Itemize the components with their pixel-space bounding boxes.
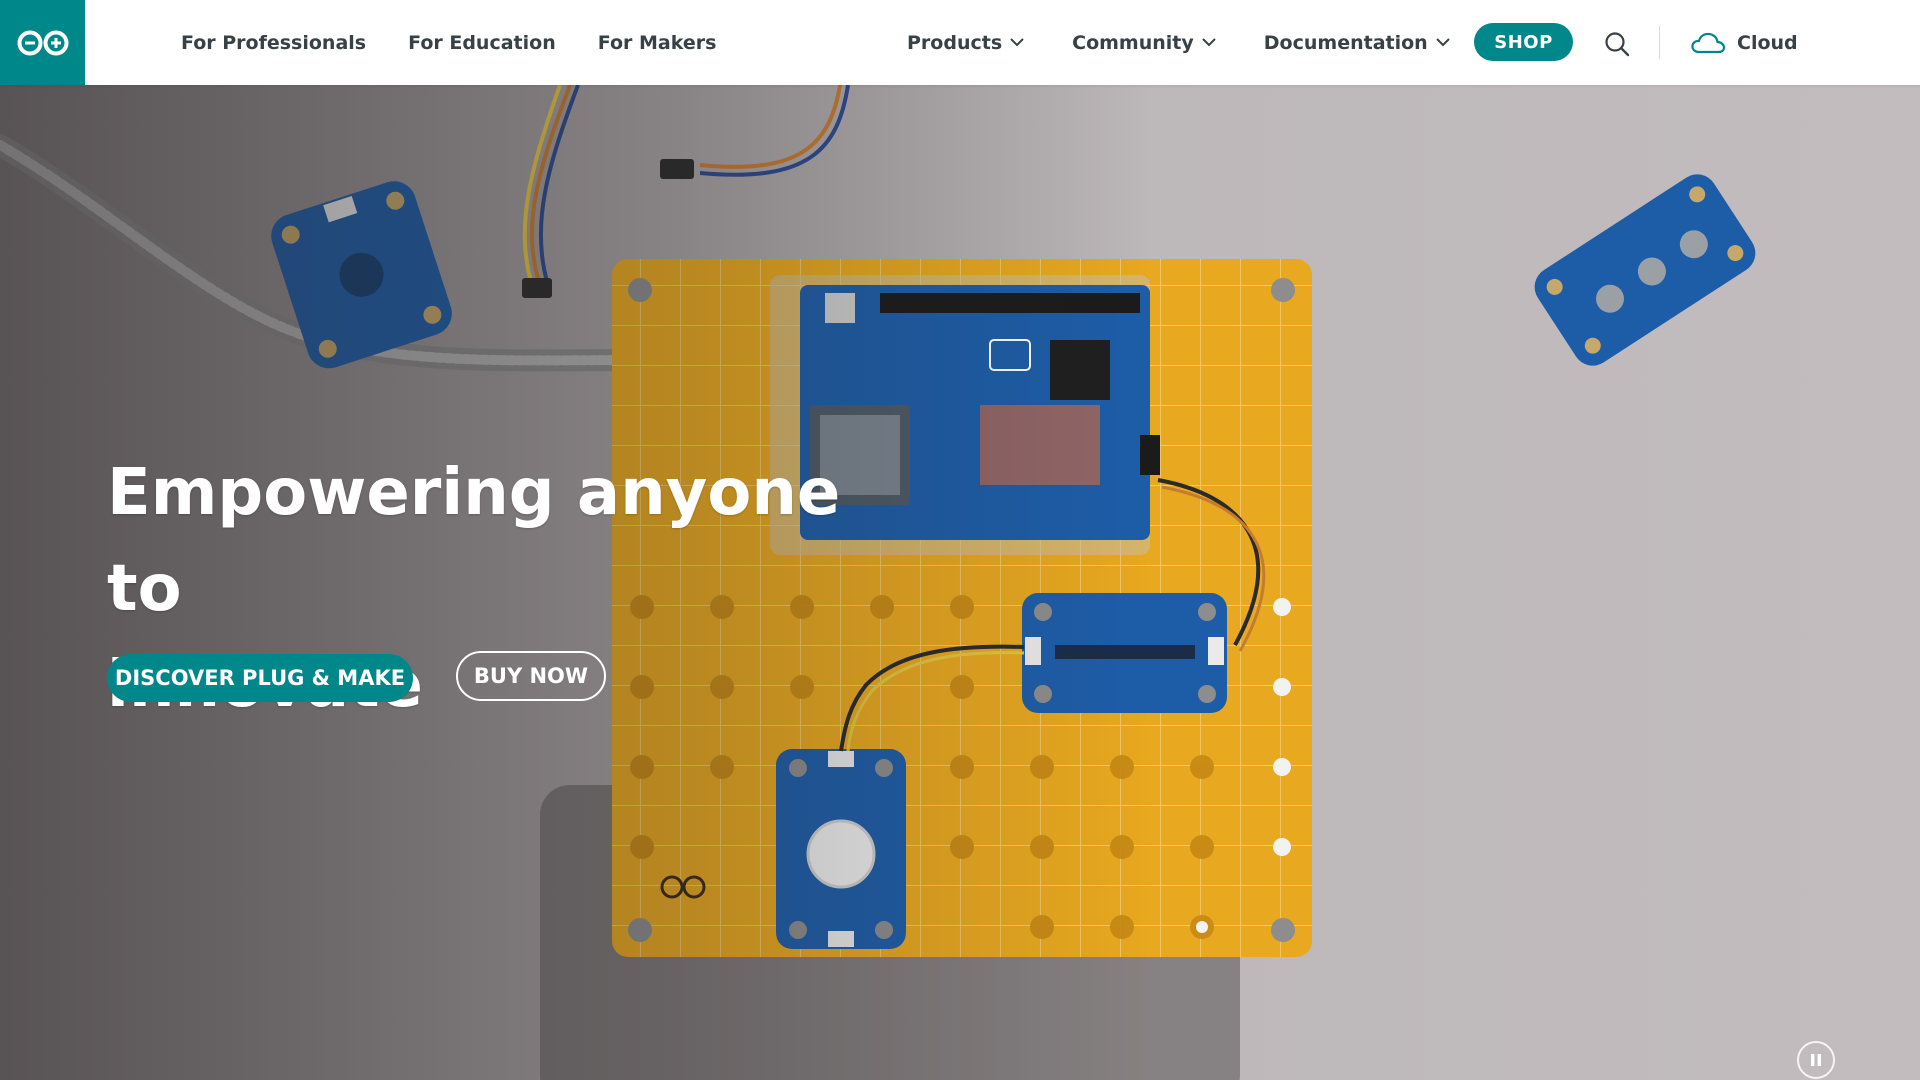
nav-for-professionals[interactable]: For Professionals	[181, 32, 366, 54]
nav-products-dropdown[interactable]: Products	[907, 32, 1024, 54]
cloud-label: Cloud	[1737, 31, 1798, 54]
audience-nav: For Professionals For Education For Make…	[181, 0, 758, 85]
nav-products-label: Products	[907, 31, 1003, 54]
pause-icon	[1811, 1054, 1821, 1066]
shop-button[interactable]: SHOP	[1474, 23, 1573, 61]
search-icon[interactable]	[1604, 31, 1630, 57]
chevron-down-icon	[1435, 38, 1450, 47]
arduino-logo[interactable]	[0, 0, 85, 85]
chevron-down-icon	[1202, 38, 1216, 47]
nav-documentation-label: Documentation	[1263, 31, 1428, 54]
nav-community-label: Community	[1072, 31, 1194, 54]
header-divider	[1659, 26, 1660, 59]
cloud-icon	[1691, 32, 1725, 53]
cloud-link[interactable]: Cloud	[1691, 0, 1798, 85]
nav-community-dropdown[interactable]: Community	[1072, 32, 1216, 54]
nav-for-makers[interactable]: For Makers	[598, 32, 717, 54]
buy-now-button[interactable]: BUY NOW	[456, 651, 606, 701]
hero-title-line-1: Empowering anyone to	[107, 456, 841, 626]
main-nav: Products Community Documentation	[907, 0, 1498, 85]
nav-for-education[interactable]: For Education	[408, 32, 556, 54]
hero-banner: Empowering anyone to innovate DISCOVER P…	[0, 85, 1920, 1080]
top-navigation-bar: For Professionals For Education For Make…	[0, 0, 1920, 85]
chevron-down-icon	[1010, 38, 1024, 47]
discover-plug-and-make-button[interactable]: DISCOVER PLUG & MAKE	[107, 654, 413, 702]
pause-video-button[interactable]	[1797, 1041, 1835, 1079]
page: For Professionals For Education For Make…	[0, 0, 1920, 1080]
arduino-infinity-logo-icon	[17, 30, 68, 55]
nav-documentation-dropdown[interactable]: Documentation	[1264, 32, 1450, 54]
